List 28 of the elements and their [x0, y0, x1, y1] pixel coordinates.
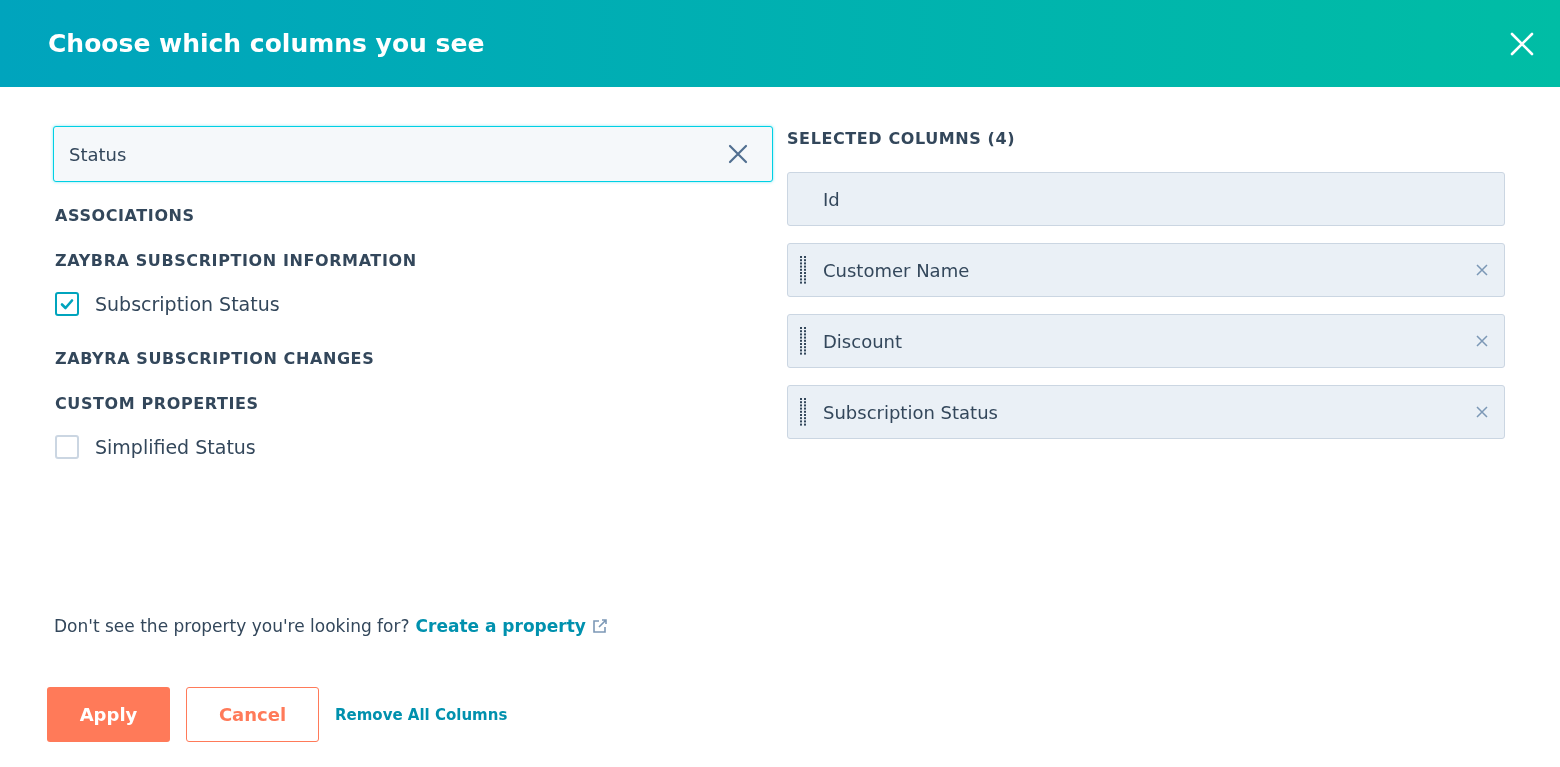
checkbox[interactable]	[55, 292, 79, 316]
clear-icon[interactable]	[728, 144, 748, 164]
checkbox-label: Simplified Status	[95, 436, 256, 458]
external-link-icon	[591, 618, 608, 634]
check-icon	[59, 296, 75, 312]
drag-handle-icon[interactable]	[800, 327, 806, 355]
section-heading: SELECTED COLUMNS (4)	[787, 128, 1017, 150]
checkbox-label: Subscription Status	[95, 293, 280, 315]
column-item[interactable]: Discount	[787, 314, 1505, 368]
help-text: Don't see the property you're looking for?	[54, 616, 410, 636]
remove-all-link[interactable]: Remove All Columns	[335, 705, 508, 724]
create-property-link[interactable]: Create a property	[415, 616, 586, 636]
section-heading: ZABYRA SUBSCRIPTION CHANGES	[55, 348, 376, 370]
remove-icon[interactable]	[1476, 335, 1488, 347]
column-item[interactable]: Customer Name	[787, 243, 1505, 297]
checkbox[interactable]	[55, 435, 79, 459]
section-heading: CUSTOM PROPERTIES	[55, 393, 260, 415]
section-heading: ZAYBRA SUBSCRIPTION INFORMATION	[55, 250, 418, 272]
close-icon[interactable]	[1510, 31, 1534, 56]
dialog-title: Choose which columns you see	[48, 29, 485, 58]
drag-handle-icon[interactable]	[800, 398, 806, 426]
column-item[interactable]: Subscription Status	[787, 385, 1505, 439]
drag-handle-icon[interactable]	[800, 256, 806, 284]
remove-icon[interactable]	[1476, 406, 1488, 418]
column-item[interactable]: Id	[787, 172, 1505, 226]
remove-icon[interactable]	[1476, 264, 1488, 276]
search-field[interactable]: Status	[53, 126, 773, 182]
section-heading: ASSOCIATIONS	[55, 205, 196, 227]
